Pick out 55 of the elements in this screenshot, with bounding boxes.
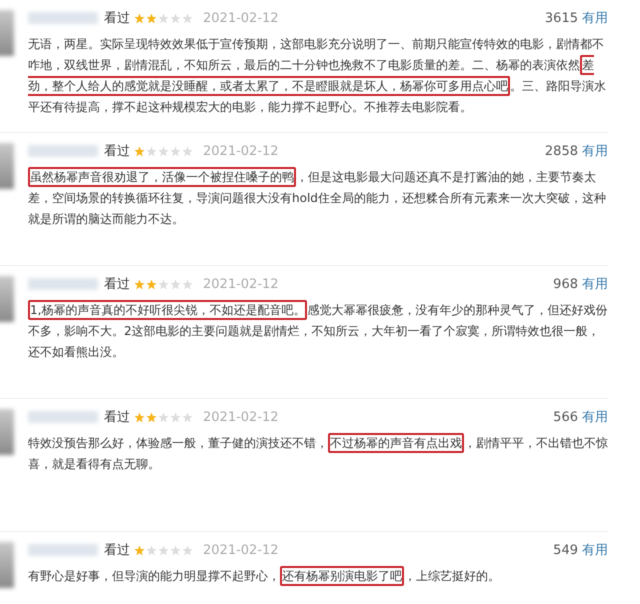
review-date: 2021-02-12 xyxy=(203,410,279,424)
avatar[interactable] xyxy=(0,409,14,455)
review-text: 特效没预告那么好，体验感一般，董子健的演技还不错， 不过杨幂的声音有点出戏 ，剧情平平，不出错也不惊喜，就是看得有点无聊。 xyxy=(28,433,608,475)
vote-count: 566 xyxy=(553,410,578,424)
useful-link[interactable]: 有用 xyxy=(582,142,608,160)
watched-label: 看过 xyxy=(104,276,130,293)
vote-count: 2858 xyxy=(544,144,578,158)
review-text: 无语，两星。实际呈现特效效果低于宣传预期，这部电影充分说明了一、前期只能宣传特效的电影，剧情都不咋地，双线世界，剧情混乱，不知所云，最后的二十分钟也挽救不了电影质量的差。二、杨幂的表演依然 差劲，整个人给人的感觉就是没睡醒，或者太累了，不是瞪眼就是坏人，杨幂你可多用点心吧 。三、路阳导演水平还有待提高，撑不起这种规模宏大的电影，能力撑不起野心。不推荐去电影院看。 xyxy=(28,36,607,116)
star-icon xyxy=(158,412,169,422)
star-icon xyxy=(182,412,193,422)
star-icon xyxy=(158,12,169,24)
star-icon xyxy=(158,544,169,556)
star-icon xyxy=(134,12,145,24)
review-date: 2021-02-12 xyxy=(203,542,279,558)
watched-label: 看过 xyxy=(104,542,130,559)
star-icon xyxy=(146,412,157,422)
star-icon xyxy=(182,278,193,290)
star-icon xyxy=(146,544,157,556)
star-icon xyxy=(158,278,169,290)
review-date: 2021-02-12 xyxy=(203,276,279,292)
avatar[interactable] xyxy=(0,10,14,56)
star-icon xyxy=(134,146,145,156)
star-icon xyxy=(146,12,157,24)
vote-count: 3615 xyxy=(544,10,578,26)
useful-link[interactable]: 有用 xyxy=(582,541,608,559)
star-icon xyxy=(170,146,181,156)
avatar[interactable] xyxy=(0,143,14,189)
review-date: 2021-02-12 xyxy=(203,144,279,158)
review-text: 有野心是好事，但导演的能力明显撑不起野心， 还有杨幂别演电影了吧 ，上综艺挺好的。 xyxy=(28,566,608,587)
vote-count: 549 xyxy=(553,542,578,558)
watched-label: 看过 xyxy=(104,10,130,27)
review-text: 1,杨幂的声音真的不好听很尖锐，不如还是配音吧。 感觉大幂幂很疲惫，没有年少的那种灵气了，但还好戏份不多，影响不大。2这部电影的主要问题就是剧情烂，不知所云，大年初一看了个寂寞，所谓特效也很一般，还不如看熊出没。 xyxy=(28,300,608,363)
star-icon xyxy=(182,146,193,156)
star-icon xyxy=(158,146,169,156)
useful-link[interactable]: 有用 xyxy=(582,408,608,426)
vote-count: 968 xyxy=(553,276,578,292)
review-date: 2021-02-12 xyxy=(203,10,279,26)
avatar[interactable] xyxy=(0,542,14,588)
star-icon xyxy=(146,146,157,156)
review-text: 虽然杨幂声音很劝退了，活像一个被捏住嗓子的鸭 ，但是这电影最大问题还真不是打酱油的她，主要节奏太差，空间场景的转换循环往复，导演问题很大没有hold住全局的能力，还想糅合所有元素来一次大突破，这种就是所谓的脑达而能力不达。 xyxy=(28,167,608,230)
star-icon xyxy=(134,412,145,422)
star-icon xyxy=(182,544,193,556)
watched-label: 看过 xyxy=(104,143,130,160)
star-icon xyxy=(134,544,145,556)
useful-link[interactable]: 有用 xyxy=(582,275,608,293)
star-icon xyxy=(170,544,181,556)
star-icon xyxy=(170,278,181,290)
star-icon xyxy=(170,412,181,422)
star-icon xyxy=(146,278,157,290)
star-icon xyxy=(134,278,145,290)
star-icon xyxy=(182,12,193,24)
watched-label: 看过 xyxy=(104,409,130,426)
useful-link[interactable]: 有用 xyxy=(582,9,608,27)
star-icon xyxy=(170,12,181,24)
avatar[interactable] xyxy=(0,276,14,322)
